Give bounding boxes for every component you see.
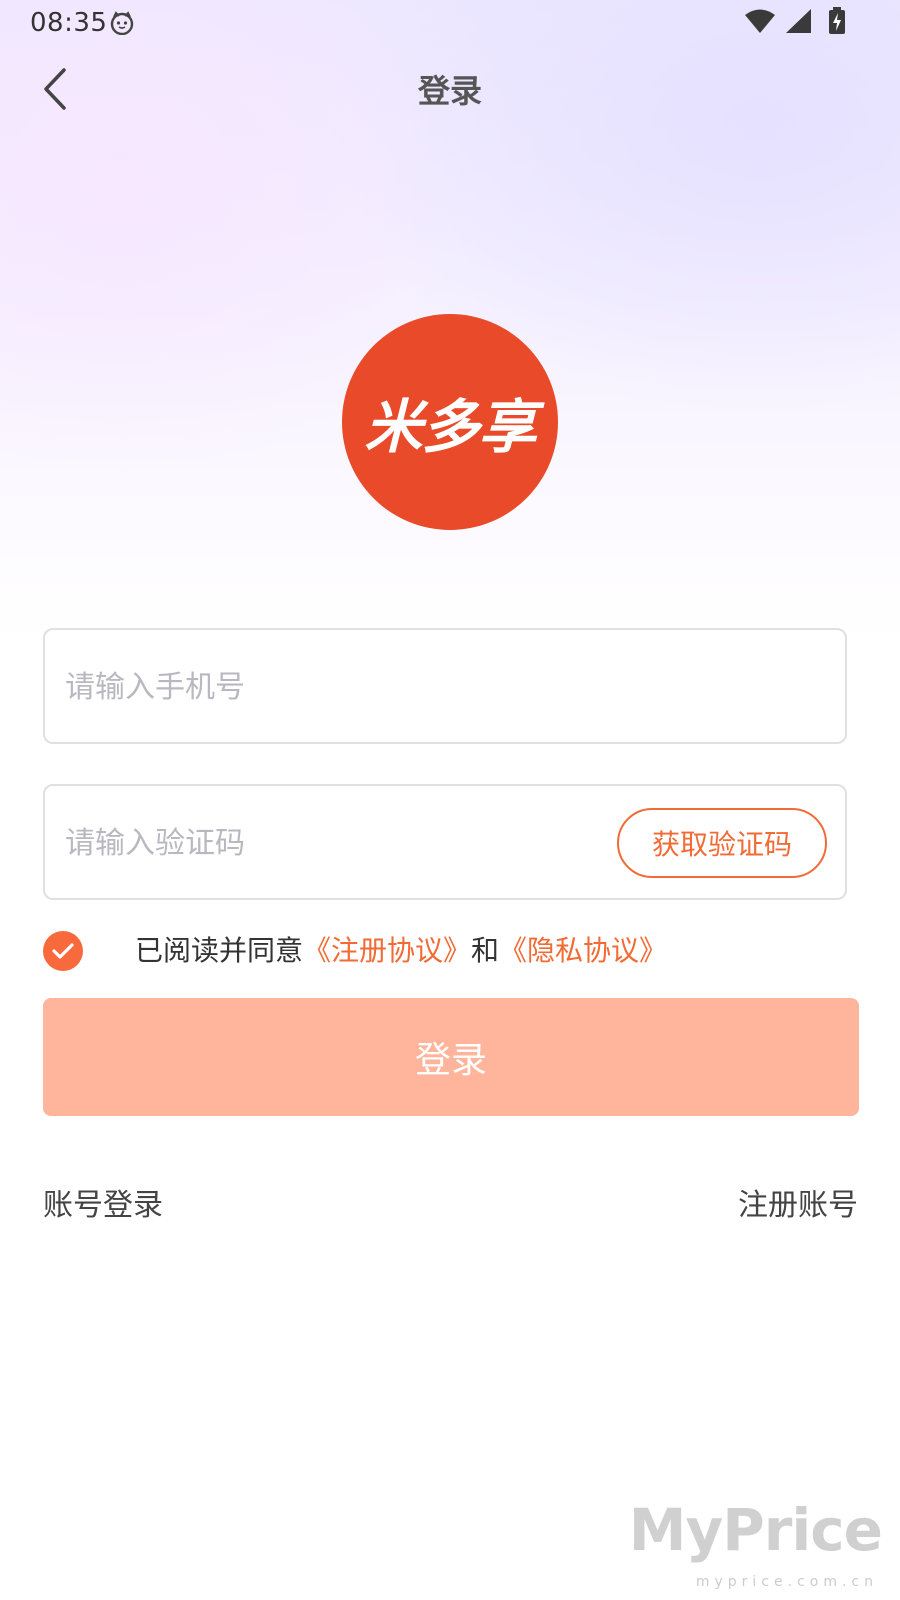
check-icon [52,943,74,959]
phone-input[interactable] [63,630,627,744]
status-bar: 08:35 [0,0,900,48]
header: 登录 [0,56,900,126]
watermark-logo: MyPrice [628,1496,883,1564]
privacy-agreement-link[interactable]: 《隐私协议》 [499,934,667,967]
agreement-checkbox[interactable] [43,931,83,971]
cat-face-icon [110,11,134,36]
status-icons [744,7,846,39]
get-code-button[interactable]: 获取验证码 [617,808,827,878]
verification-code-input[interactable] [63,786,627,900]
cellular-signal-icon [784,8,812,38]
agreement-prefix: 已阅读并同意 [135,934,304,967]
register-agreement-link[interactable]: 《注册协议》 [303,934,471,967]
app-logo: 米多享 [342,314,558,530]
logo-text: 米多享 [364,393,536,461]
status-time: 08:35 [30,8,108,38]
page-title: 登录 [417,72,482,110]
battery-charging-icon [828,7,846,39]
agreement-conjunction: 和 [471,934,500,967]
agreement-row: 已阅读并同意《注册协议》和《隐私协议》 [43,930,863,972]
phone-field [43,628,847,744]
agreement-text: 已阅读并同意《注册协议》和《隐私协议》 [135,930,667,972]
account-login-link[interactable]: 账号登录 [43,1180,163,1224]
watermark-url: myprice.com.cn [695,1574,878,1590]
wifi-icon [744,8,776,38]
code-field: 获取验证码 [43,784,847,900]
register-account-link[interactable]: 注册账号 [738,1180,858,1224]
login-button[interactable]: 登录 [43,998,859,1116]
